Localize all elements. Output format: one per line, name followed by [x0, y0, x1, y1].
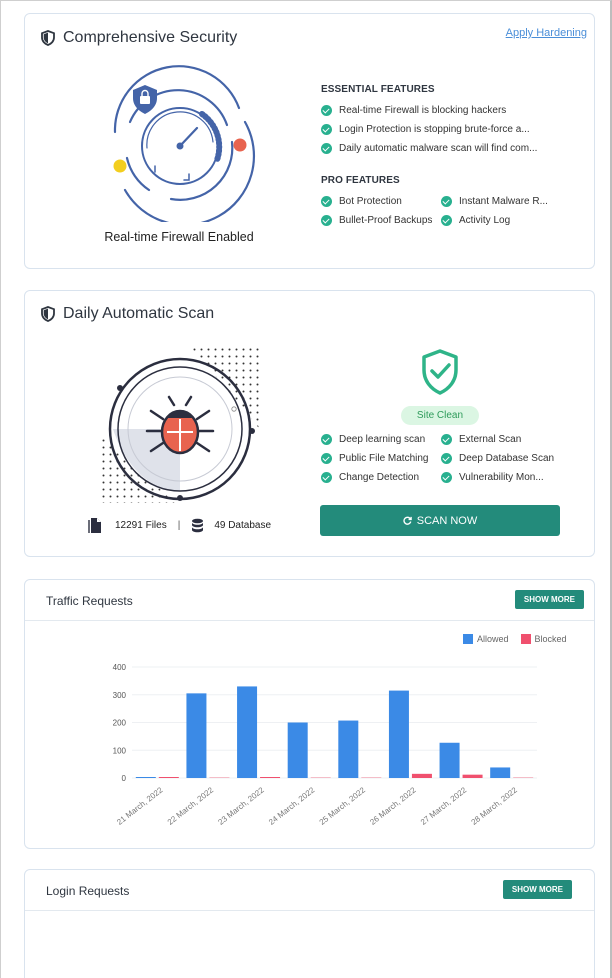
- firewall-status-caption: Real-time Firewall Enabled: [104, 230, 254, 244]
- pro-features-heading: PRO FEATURES: [321, 175, 400, 186]
- check-circle-icon: [441, 472, 452, 483]
- scan-feature: Public File Matching: [321, 453, 428, 464]
- bar-allowed: [490, 767, 511, 778]
- legend-item-blocked[interactable]: Blocked: [520, 634, 567, 644]
- legend-swatch: [463, 634, 473, 644]
- check-circle-icon: [441, 453, 452, 464]
- refresh-icon: [403, 516, 412, 525]
- apply-hardening-link[interactable]: Apply Hardening: [506, 27, 587, 39]
- essential-feature: Login Protection is stopping brute-force…: [321, 124, 530, 135]
- x-tick-label: 28 March, 2022: [470, 785, 520, 827]
- check-circle-icon: [441, 215, 452, 226]
- bar-allowed: [186, 693, 207, 778]
- x-tick-label: 22 March, 2022: [166, 785, 216, 827]
- security-title-text: Comprehensive Security: [63, 29, 238, 46]
- bar-blocked: [361, 777, 382, 778]
- traffic-card: Traffic Requests SHOW MORE Allowed Block…: [24, 579, 595, 849]
- bar-blocked: [411, 773, 432, 778]
- y-tick-label: 400: [113, 663, 127, 672]
- check-circle-icon: [321, 196, 332, 207]
- pro-feature: Activity Log: [441, 215, 510, 226]
- y-tick-label: 100: [113, 746, 127, 755]
- y-tick-label: 200: [113, 719, 127, 728]
- bar-blocked: [462, 774, 483, 778]
- shield-icon: [41, 306, 55, 322]
- check-circle-icon: [441, 196, 452, 207]
- scan-feature: Deep learning scan: [321, 434, 425, 445]
- scan-now-label: SCAN NOW: [416, 514, 478, 527]
- bar-allowed: [237, 686, 258, 778]
- database-icon: [192, 518, 204, 533]
- x-tick-label: 27 March, 2022: [419, 785, 469, 827]
- login-header: Login Requests SHOW MORE: [25, 870, 594, 911]
- scan-feature: External Scan: [441, 434, 521, 445]
- x-tick-label: 24 March, 2022: [267, 785, 317, 827]
- bar-allowed: [135, 777, 156, 778]
- scan-feature: Change Detection: [321, 472, 419, 483]
- shield-icon: [41, 30, 55, 46]
- check-circle-icon: [321, 143, 332, 154]
- login-show-more-button[interactable]: SHOW MORE: [502, 880, 572, 899]
- check-circle-icon: [321, 215, 332, 226]
- bar-blocked: [260, 777, 281, 778]
- check-circle-icon: [321, 453, 332, 464]
- bar-blocked: [513, 777, 534, 778]
- x-tick-label: 23 March, 2022: [216, 785, 266, 827]
- traffic-chart: 0 100 200 300 400 21 March, 2022 22 March, 202…: [113, 663, 537, 827]
- scan-card: Daily Automatic Scan 12291 Files | 49 Da…: [24, 290, 595, 557]
- bar-blocked: [158, 777, 179, 778]
- files-count: 12291 Files: [115, 520, 167, 531]
- bar-allowed: [338, 720, 359, 778]
- chart-legend: Allowed Blocked: [463, 634, 567, 644]
- security-title: Comprehensive Security: [41, 29, 237, 47]
- legend-item-allowed[interactable]: Allowed: [463, 634, 509, 644]
- traffic-header: Traffic Requests SHOW MORE: [25, 580, 594, 621]
- x-tick-label: 21 March, 2022: [115, 785, 165, 827]
- x-tick-label: 26 March, 2022: [368, 785, 418, 827]
- check-circle-icon: [321, 105, 332, 116]
- scan-title: Daily Automatic Scan: [41, 305, 214, 323]
- stats-separator: |: [177, 520, 181, 531]
- pro-feature: Instant Malware R...: [441, 196, 548, 207]
- check-circle-icon: [321, 124, 332, 135]
- bar-allowed: [287, 722, 308, 778]
- check-circle-icon: [321, 434, 332, 445]
- traffic-show-more-button[interactable]: SHOW MORE: [514, 590, 584, 609]
- bar-blocked: [209, 777, 230, 778]
- x-tick-label: 25 March, 2022: [318, 785, 368, 827]
- shield-check-icon: [422, 349, 458, 395]
- y-tick-label: 300: [113, 691, 127, 700]
- scan-feature: Vulnerability Mon...: [441, 472, 544, 483]
- legend-swatch: [520, 634, 531, 644]
- malware-scan-illustration: [99, 346, 263, 503]
- database-count: 49 Database: [214, 520, 272, 531]
- file-icon: [88, 518, 101, 533]
- login-card: Login Requests SHOW MORE: [24, 869, 595, 978]
- site-clean-badge: Site Clean: [401, 406, 479, 425]
- essential-features-heading: ESSENTIAL FEATURES: [321, 84, 435, 95]
- bar-allowed: [439, 742, 460, 778]
- essential-feature: Real-time Firewall is blocking hackers: [321, 105, 506, 116]
- legend-label: Allowed: [477, 634, 509, 644]
- traffic-title: Traffic Requests: [46, 594, 133, 608]
- essential-feature: Daily automatic malware scan will find c…: [321, 143, 537, 154]
- scan-feature: Deep Database Scan: [441, 453, 554, 464]
- check-circle-icon: [321, 472, 332, 483]
- y-tick-label: 0: [122, 774, 127, 783]
- security-card: Comprehensive Security Apply Hardening R…: [24, 13, 595, 269]
- scan-stats: 12291 Files | 49 Database: [88, 517, 271, 534]
- pro-feature: Bullet-Proof Backups: [321, 215, 432, 226]
- check-circle-icon: [441, 434, 452, 445]
- scan-title-text: Daily Automatic Scan: [63, 305, 215, 322]
- firewall-illustration: [113, 65, 256, 222]
- scan-now-button[interactable]: SCAN NOW: [320, 505, 560, 536]
- pro-feature: Bot Protection: [321, 196, 402, 207]
- bar-allowed: [388, 690, 409, 778]
- legend-label: Blocked: [534, 634, 567, 644]
- login-title: Login Requests: [46, 884, 130, 898]
- bar-blocked: [310, 777, 331, 778]
